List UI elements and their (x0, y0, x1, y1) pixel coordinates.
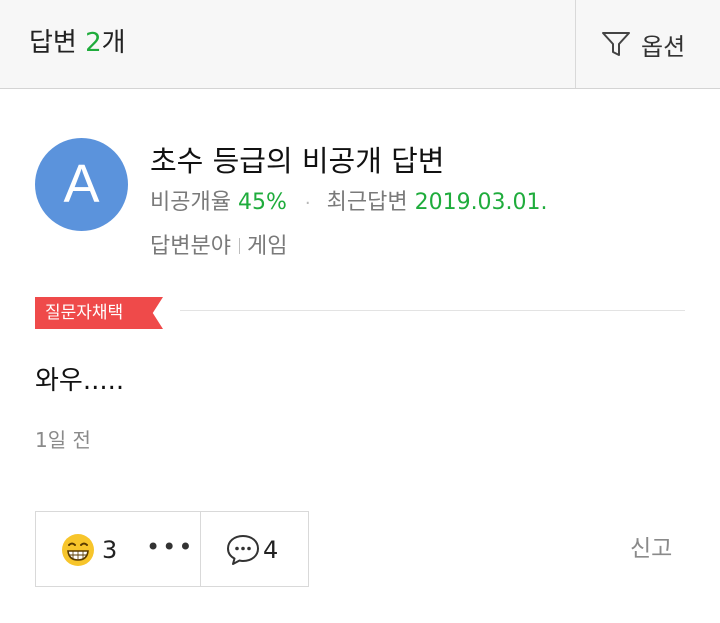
filter-icon (601, 30, 631, 58)
private-rate-label: 비공개율 (150, 190, 231, 215)
answers-suffix: 개 (101, 28, 126, 58)
answer-timestamp: 1일 전 (35, 428, 91, 452)
avatar: A (35, 138, 128, 231)
answers-prefix: 답변 (29, 28, 86, 58)
options-label: 옵션 (641, 32, 686, 61)
report-button[interactable]: 신고 (630, 532, 672, 566)
answers-count-title: 답변 2개 (29, 25, 126, 61)
comment-bubble-icon (225, 532, 261, 572)
like-count: 3 (102, 536, 118, 564)
answer-field: 답변분야 게임 (150, 230, 287, 264)
recent-answer-date: 2019.03.01. (414, 190, 548, 215)
field-value[interactable]: 게임 (247, 234, 287, 259)
recent-answer-label: 최근답변 (326, 190, 408, 215)
answers-count: 2 (85, 28, 102, 58)
comment-button[interactable]: 4 (201, 512, 308, 586)
answers-header: 답변 2개 옵션 (0, 0, 720, 89)
options-button[interactable]: 옵션 (601, 24, 685, 64)
field-label: 답변분야 (150, 234, 231, 259)
answer-actions: 3 ••• 4 (35, 511, 309, 587)
grin-emoji-icon (60, 532, 96, 572)
field-separator (238, 238, 240, 254)
adopted-badge: 질문자채택 (35, 297, 163, 329)
comment-count: 4 (263, 536, 279, 564)
author-name[interactable]: 초수 등급의 비공개 답변 (150, 141, 444, 181)
section-divider (180, 310, 685, 311)
separator-dot: · (304, 193, 311, 214)
answer-body: 와우..... (35, 366, 125, 396)
more-icon[interactable]: ••• (146, 532, 194, 562)
private-rate-value: 45% (237, 190, 287, 215)
author-stats: 비공개율 45% · 최근답변 2019.03.01. (150, 186, 548, 221)
like-button[interactable]: 3 ••• (36, 512, 201, 586)
header-divider (575, 0, 576, 88)
